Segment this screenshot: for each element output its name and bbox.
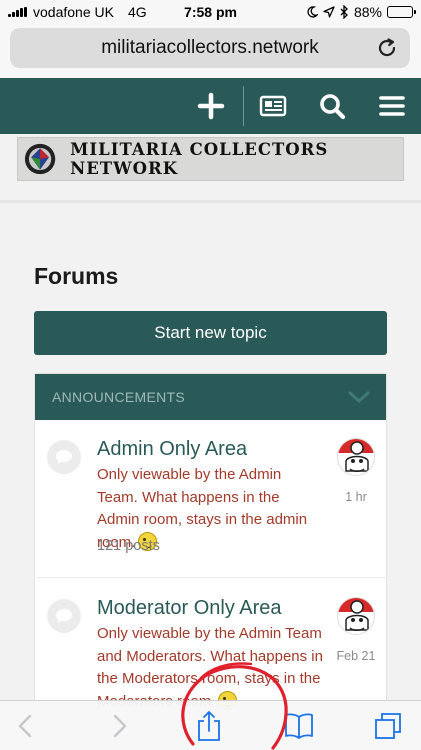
avatar[interactable] bbox=[337, 438, 375, 476]
menu-icon[interactable] bbox=[378, 92, 406, 120]
bluetooth-icon bbox=[340, 5, 348, 19]
forum-title[interactable]: Admin Only Area bbox=[97, 438, 247, 461]
site-logo-icon bbox=[24, 143, 56, 175]
url-text: militariacollectors.network bbox=[101, 37, 319, 58]
site-header bbox=[0, 78, 421, 134]
status-left: vodafone UK 4G bbox=[8, 4, 147, 20]
plus-icon[interactable] bbox=[197, 92, 225, 120]
category-title: ANNOUNCEMENTS bbox=[52, 389, 186, 405]
avatar[interactable] bbox=[337, 597, 375, 635]
forward-icon[interactable] bbox=[103, 711, 135, 741]
battery-percent: 88% bbox=[353, 4, 382, 20]
forum-description-text: Only viewable by the Admin Team and Mode… bbox=[97, 625, 323, 710]
moon-icon bbox=[307, 6, 318, 18]
mobile-browser-screen: vodafone UK 4G 7:58 pm 88% militariacoll… bbox=[0, 0, 421, 750]
carrier-label: vodafone UK bbox=[33, 4, 114, 20]
search-icon[interactable] bbox=[318, 92, 346, 120]
header-divider bbox=[0, 200, 421, 203]
reload-icon[interactable] bbox=[376, 37, 398, 59]
status-bar: vodafone UK 4G 7:58 pm 88% bbox=[0, 0, 421, 24]
last-post-time: 1 hr bbox=[345, 490, 367, 504]
chevron-down-icon[interactable] bbox=[348, 390, 370, 404]
site-banner[interactable]: MILITARIA COLLECTORS NETWORK bbox=[17, 137, 404, 181]
chat-bubble-icon bbox=[47, 599, 81, 633]
forum-row[interactable]: Admin Only Area Only viewable by the Adm… bbox=[36, 420, 387, 576]
news-icon[interactable] bbox=[259, 92, 287, 120]
chat-bubble-icon bbox=[47, 440, 81, 474]
address-bar[interactable]: militariacollectors.network bbox=[10, 28, 410, 68]
browser-chrome: militariacollectors.network bbox=[0, 24, 421, 78]
battery-icon bbox=[387, 6, 416, 18]
browser-toolbar bbox=[0, 700, 421, 750]
category-card: ANNOUNCEMENTS Admin Only Area Only viewa… bbox=[34, 373, 387, 750]
back-icon[interactable] bbox=[10, 711, 42, 741]
status-right: 88% bbox=[306, 4, 416, 20]
share-icon[interactable] bbox=[193, 711, 225, 741]
clock: 7:58 pm bbox=[184, 4, 237, 20]
bookmarks-icon[interactable] bbox=[283, 711, 315, 741]
last-post-time: Feb 21 bbox=[336, 649, 376, 663]
banner-title: MILITARIA COLLECTORS NETWORK bbox=[70, 140, 329, 178]
tabs-icon[interactable] bbox=[372, 711, 404, 741]
forum-title[interactable]: Moderator Only Area bbox=[97, 597, 282, 620]
start-new-topic-button[interactable]: Start new topic bbox=[34, 311, 387, 355]
header-separator bbox=[243, 86, 244, 126]
forum-post-count: 121 posts bbox=[97, 538, 160, 554]
row-divider bbox=[36, 577, 387, 578]
page-title: Forums bbox=[34, 263, 119, 289]
network-label: 4G bbox=[127, 4, 147, 20]
location-icon bbox=[323, 6, 335, 18]
category-header[interactable]: ANNOUNCEMENTS bbox=[35, 374, 386, 420]
signal-icon bbox=[8, 7, 27, 17]
